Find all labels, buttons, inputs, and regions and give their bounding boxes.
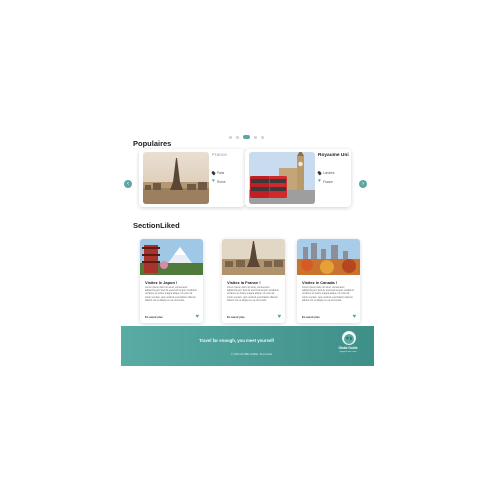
liked-card-description: Lorem ipsum dolor sit amet, consectetur … [302, 286, 354, 302]
london-image [249, 152, 315, 204]
carousel-dot-active[interactable] [243, 135, 250, 139]
card-location: Paris [211, 170, 224, 176]
footer-copyright: © 2024 GLOBE GUIDE. Tous droits [231, 353, 272, 356]
carousel-dots [229, 135, 264, 139]
paris-image [222, 239, 285, 275]
heart-icon[interactable]: ♥ [277, 314, 281, 320]
liked-card-title: Visitez le Japon ! [145, 280, 178, 285]
globe-guide-logo[interactable]: Globe Guide voyagez avec nous [337, 331, 359, 361]
carousel-dot[interactable] [229, 135, 232, 139]
canada-image [297, 239, 360, 275]
paris-image [143, 152, 209, 204]
liked-card-title: Visitez la France ! [227, 280, 261, 285]
heart-icon[interactable]: ♥ [352, 314, 356, 320]
carousel-dot[interactable] [254, 135, 257, 139]
liked-section-title: SectionLiked [133, 221, 180, 230]
chevron-left-icon: ‹ [127, 181, 129, 187]
app-frame: Populaires ‹ › France Paris ♥ Rome Royau… [121, 135, 374, 366]
pin-icon [317, 170, 322, 176]
liked-card-canada[interactable]: Visitez le Canada ! Lorem ipsum dolor si… [297, 239, 360, 323]
globe-icon [342, 331, 356, 345]
logo-name: Globe Guide [338, 346, 358, 350]
liked-card-description: Lorem ipsum dolor sit amet, consectetur … [227, 286, 279, 302]
carousel-prev-button[interactable]: ‹ [124, 180, 132, 188]
popular-card-royaume-uni[interactable]: Royaume Uni Londres ♥ France [245, 149, 351, 207]
logo-tagline: voyagez avec nous [339, 351, 357, 353]
card-country-name: France [212, 153, 227, 158]
populaires-title: Populaires [133, 139, 172, 148]
carousel-dot[interactable] [261, 135, 264, 139]
read-more-link[interactable]: En savoir plus [227, 316, 245, 319]
liked-card-description: Lorem ipsum dolor sit amet, consectetur … [145, 286, 197, 302]
chevron-right-icon: › [362, 181, 364, 187]
liked-card-title: Visitez le Canada ! [302, 280, 338, 285]
liked-card-japon[interactable]: Visitez le Japon ! Lorem ipsum dolor sit… [140, 239, 203, 323]
card-like[interactable]: ♥ Rome [212, 179, 225, 184]
card-like[interactable]: ♥ France [318, 179, 333, 184]
footer-slogan: Travel far enough, you meet yourself [199, 338, 274, 343]
heart-icon: ♥ [318, 178, 321, 184]
heart-icon[interactable]: ♥ [195, 314, 199, 320]
carousel-next-button[interactable]: › [359, 180, 367, 188]
japan-image [140, 239, 203, 275]
heart-icon: ♥ [212, 178, 215, 184]
carousel-dot[interactable] [236, 135, 239, 139]
read-more-link[interactable]: En savoir plus [145, 316, 163, 319]
card-location: Londres [317, 170, 335, 176]
read-more-link[interactable]: En savoir plus [302, 316, 320, 319]
card-country-name: Royaume Uni [318, 153, 349, 158]
liked-card-france[interactable]: Visitez la France ! Lorem ipsum dolor si… [222, 239, 285, 323]
pin-icon [211, 170, 216, 176]
popular-card-france[interactable]: France Paris ♥ Rome [139, 149, 245, 207]
footer: Travel far enough, you meet yourself © 2… [121, 326, 374, 366]
